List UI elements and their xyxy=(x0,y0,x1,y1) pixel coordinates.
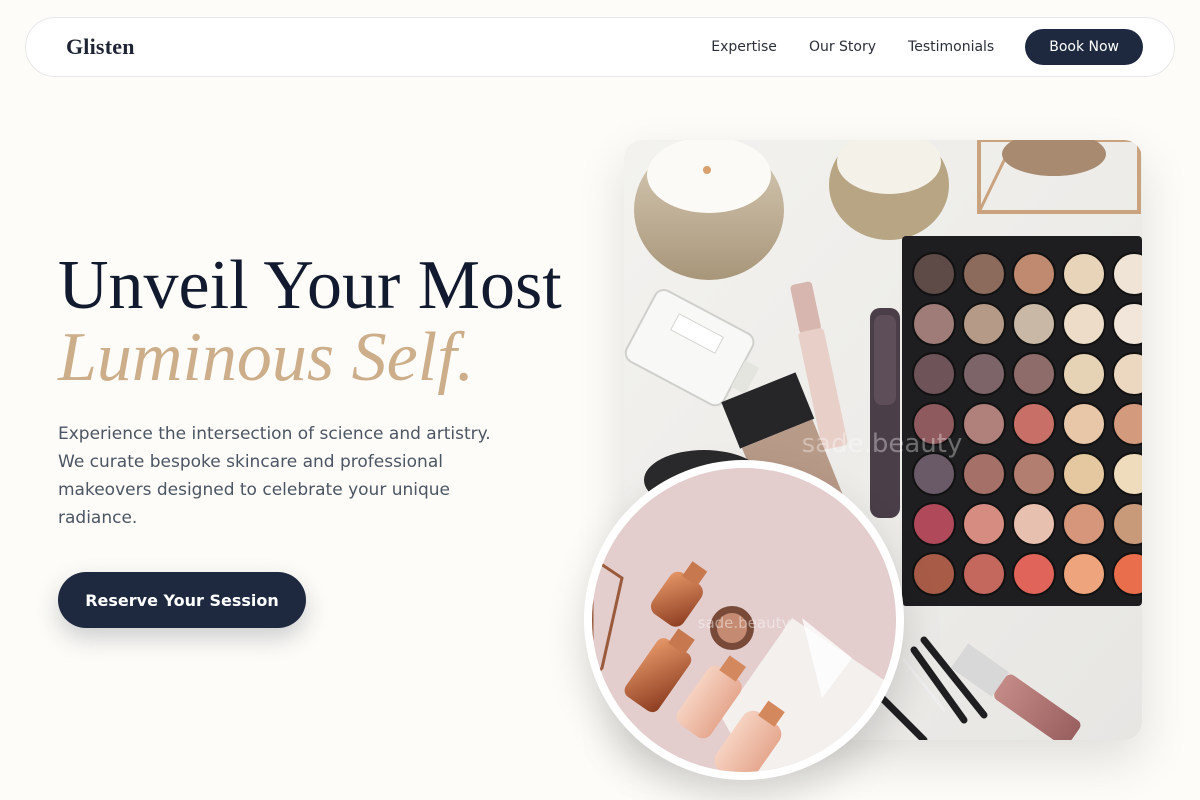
nav-link-our-story[interactable]: Our Story xyxy=(809,39,876,55)
eyeshadow-swatch xyxy=(1062,352,1106,396)
eyeshadow-swatch xyxy=(912,452,956,496)
eyeshadow-swatch xyxy=(1012,552,1056,596)
eyeshadow-swatch xyxy=(1012,252,1056,296)
eyeshadow-swatch xyxy=(1012,502,1056,546)
eyeshadow-swatch xyxy=(962,402,1006,446)
eyeshadow-swatch xyxy=(1062,452,1106,496)
hero-description: Experience the intersection of science a… xyxy=(58,424,491,528)
nav-link-testimonials[interactable]: Testimonials xyxy=(908,39,994,55)
book-now-button[interactable]: Book Now xyxy=(1025,29,1143,65)
brand-logo[interactable]: Glisten xyxy=(66,34,135,60)
hero-title: Unveil Your Most Luminous Self. xyxy=(58,250,562,394)
eyeshadow-swatch xyxy=(912,502,956,546)
eyeshadow-swatch xyxy=(1012,452,1056,496)
top-navbar: Glisten Expertise Our Story Testimonials… xyxy=(25,17,1175,77)
landing-page: Glisten Expertise Our Story Testimonials… xyxy=(0,0,1200,800)
nav-links: Expertise Our Story Testimonials Book No… xyxy=(711,29,1143,65)
eyeshadow-swatch xyxy=(1012,352,1056,396)
skincare-bottles-image: sade.beauty xyxy=(592,468,896,772)
eyeshadow-swatch xyxy=(1062,552,1106,596)
eyeshadow-swatch xyxy=(962,502,1006,546)
hero-title-line2: Luminous Self. xyxy=(58,319,475,396)
circle-image-watermark: sade.beauty xyxy=(698,614,791,632)
hero-title-line1: Unveil Your Most xyxy=(58,247,562,324)
eyeshadow-swatch xyxy=(962,302,1006,346)
eyeshadow-swatch xyxy=(1062,402,1106,446)
eyeshadow-swatch xyxy=(912,302,956,346)
eyeshadow-swatch xyxy=(962,252,1006,296)
reserve-session-button[interactable]: Reserve Your Session xyxy=(58,572,306,628)
main-image-watermark: sade.beauty xyxy=(802,429,963,459)
eyeshadow-swatch xyxy=(912,352,956,396)
eyeshadow-swatch xyxy=(1012,402,1056,446)
eyeshadow-swatch xyxy=(1062,502,1106,546)
skincare-circle-photo: sade.beauty xyxy=(584,460,904,780)
eyeshadow-swatch xyxy=(1062,302,1106,346)
eyeshadow-swatch xyxy=(1062,252,1106,296)
eyeshadow-swatch xyxy=(1012,302,1056,346)
eyeshadow-swatch xyxy=(912,252,956,296)
eyeshadow-swatch xyxy=(912,552,956,596)
eyeshadow-swatch xyxy=(962,452,1006,496)
nav-link-expertise[interactable]: Expertise xyxy=(711,39,777,55)
eyeshadow-swatch xyxy=(962,552,1006,596)
eyeshadow-swatch xyxy=(962,352,1006,396)
